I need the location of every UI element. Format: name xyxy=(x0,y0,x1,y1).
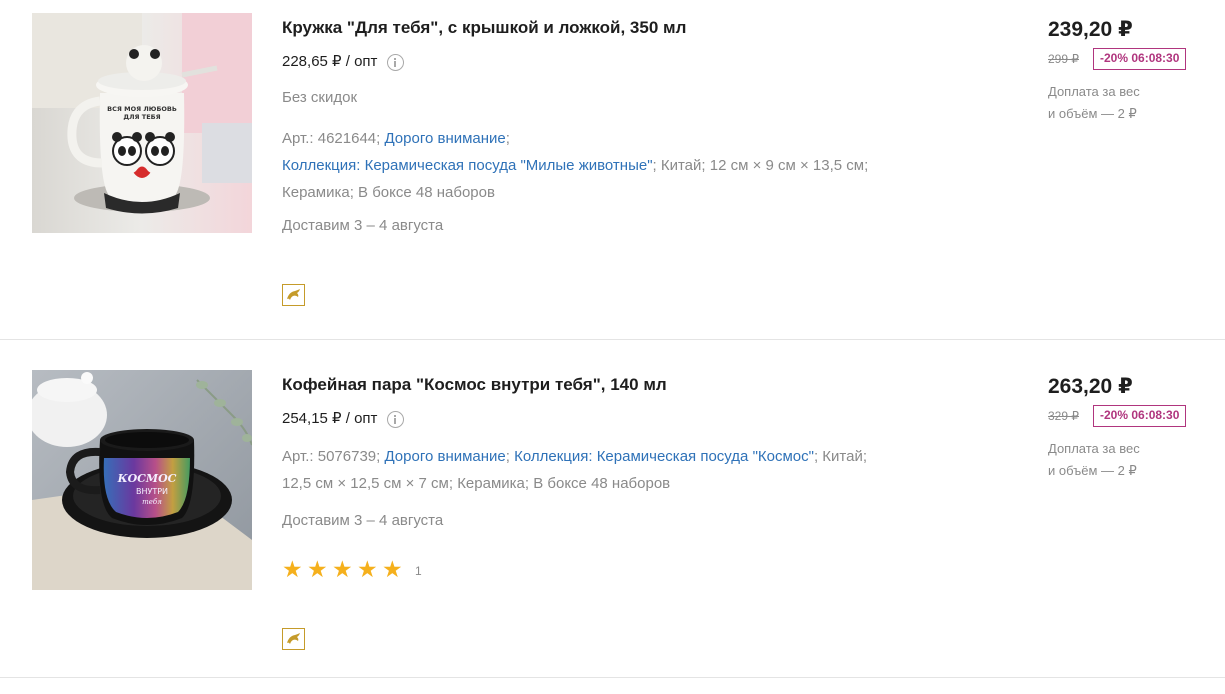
current-price: 239,20 ₽ xyxy=(1048,18,1133,41)
product-info: Кофейная пара "Космос внутри тебя", 140 … xyxy=(282,373,982,650)
article-number: Арт.: 5076739; xyxy=(282,448,381,465)
product-card: КОСМОС ВНУТРИ тебя Кофейная пара "Космос… xyxy=(0,340,1225,678)
weight-fee-line2: и объём — 2 ₽ xyxy=(1048,463,1137,478)
weight-fee-line2: и объём — 2 ₽ xyxy=(1048,106,1137,121)
dolphin-icon xyxy=(287,289,300,300)
attr-country: ; Китай; xyxy=(813,448,867,465)
wholesale-price-text: 228,65 ₽ / опт xyxy=(282,53,378,70)
brand-badge[interactable] xyxy=(282,284,305,306)
star-icon: ★ xyxy=(357,556,378,582)
info-icon[interactable] xyxy=(387,53,405,71)
review-count[interactable]: 1 xyxy=(415,564,422,578)
product-image[interactable]: КОСМОС ВНУТРИ тебя xyxy=(32,370,252,590)
star-icon: ★ xyxy=(382,556,403,582)
discount-timer-badge: -20% 06:08:30 xyxy=(1093,48,1187,70)
product-title[interactable]: Кофейная пара "Космос внутри тебя", 140 … xyxy=(282,373,982,397)
star-icon: ★ xyxy=(307,556,328,582)
wholesale-price-text: 254,15 ₽ / опт xyxy=(282,410,378,427)
product-attributes: Арт.: 5076739; Дорого внимание; Коллекци… xyxy=(282,443,942,497)
delivery-date: Доставим 3 – 4 августа xyxy=(282,217,444,234)
coffee-pair-photo: КОСМОС ВНУТРИ тебя xyxy=(32,370,252,590)
product-image[interactable]: ВСЯ МОЯ ЛЮБОВЬ ДЛЯ ТЕБЯ xyxy=(32,13,252,233)
brand-badge[interactable] xyxy=(282,628,305,650)
collection-link[interactable]: Коллекция: Керамическая посуда "Милые жи… xyxy=(282,157,653,174)
mug-photo: ВСЯ МОЯ ЛЮБОВЬ ДЛЯ ТЕБЯ xyxy=(32,13,252,233)
cup-print-text: тебя xyxy=(142,498,162,506)
price-block: 263,20 ₽ 329 ₽ -20% 06:08:30 Доплата за … xyxy=(1048,373,1218,482)
star-icon: ★ xyxy=(332,556,353,582)
discount-timer-badge: -20% 06:08:30 xyxy=(1093,405,1187,427)
no-discount-label: Без скидок xyxy=(282,89,357,106)
mug-print-text: ВСЯ МОЯ ЛЮБОВЬ xyxy=(107,105,177,113)
wholesale-price: 254,15 ₽ / опт xyxy=(282,409,982,429)
old-price: 329 ₽ xyxy=(1048,409,1079,423)
cup-print-text: ВНУТРИ xyxy=(136,487,168,496)
price-block: 239,20 ₽ 299 ₽ -20% 06:08:30 Доплата за … xyxy=(1048,16,1218,125)
wholesale-price: 228,65 ₽ / опт xyxy=(282,52,982,72)
attr-material-box: Керамика; В боксе 48 наборов xyxy=(282,184,495,201)
link-dorogo-vnimanie[interactable]: Дорого внимание xyxy=(384,448,505,465)
weight-fee-line1: Доплата за вес xyxy=(1048,441,1140,456)
collection-link[interactable]: Коллекция: Керамическая посуда "Космос" xyxy=(514,448,814,465)
dolphin-icon xyxy=(287,633,300,644)
product-attributes: Арт.: 4621644; Дорого внимание; Коллекци… xyxy=(282,125,942,206)
product-title[interactable]: Кружка "Для тебя", с крышкой и ложкой, 3… xyxy=(282,16,982,40)
mug-print-text: ДЛЯ ТЕБЯ xyxy=(123,113,160,121)
delivery-date: Доставим 3 – 4 августа xyxy=(282,512,444,529)
old-price: 299 ₽ xyxy=(1048,52,1079,66)
attr-separator: ; xyxy=(505,130,510,147)
star-icon: ★ xyxy=(282,556,303,582)
weight-fee-note: Доплата за вес и объём — 2 ₽ xyxy=(1048,438,1198,482)
attr-size-material-box: 12,5 см × 12,5 см × 7 см; Керамика; В бо… xyxy=(282,475,671,492)
cup-print-text: КОСМОС xyxy=(117,472,177,485)
link-dorogo-vnimanie[interactable]: Дорого внимание xyxy=(384,130,505,147)
article-number: Арт.: 4621644; xyxy=(282,130,381,147)
weight-fee-line1: Доплата за вес xyxy=(1048,84,1140,99)
product-card: ВСЯ МОЯ ЛЮБОВЬ ДЛЯ ТЕБЯ Кружка "Для тебя… xyxy=(0,0,1225,340)
product-info: Кружка "Для тебя", с крышкой и ложкой, 3… xyxy=(282,16,982,306)
attr-separator: ; xyxy=(505,448,510,465)
old-price-row: 299 ₽ -20% 06:08:30 xyxy=(1048,47,1218,71)
attr-country-size: ; Китай; 12 см × 9 см × 13,5 см; xyxy=(652,157,869,174)
info-icon[interactable] xyxy=(387,410,405,428)
rating-stars[interactable]: ★ ★ ★ ★ ★ 1 xyxy=(282,557,422,581)
current-price: 263,20 ₽ xyxy=(1048,375,1133,398)
weight-fee-note: Доплата за вес и объём — 2 ₽ xyxy=(1048,81,1198,125)
old-price-row: 329 ₽ -20% 06:08:30 xyxy=(1048,404,1218,428)
